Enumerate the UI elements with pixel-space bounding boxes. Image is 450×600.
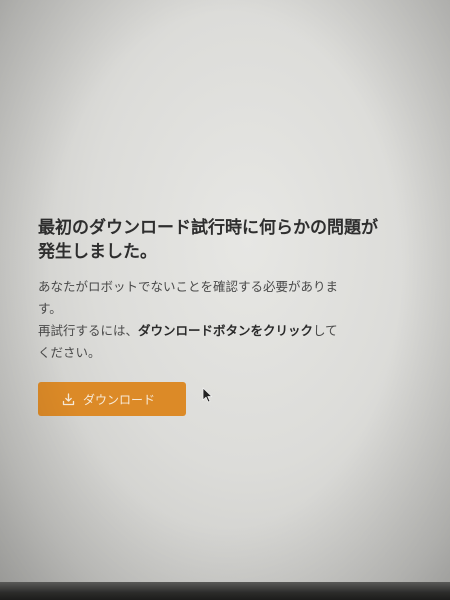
retry-instruction: 再試行するには、ダウンロードボタンをクリックして — [38, 320, 418, 342]
retry-suffix: して — [313, 323, 338, 338]
message-line1: あなたがロボットでないことを確認する必要がありま — [38, 279, 339, 294]
download-button-label: ダウンロード — [83, 392, 156, 407]
error-title: 最初のダウンロード試行時に何らかの問題が 発生しました。 — [38, 216, 418, 264]
message-line4: ください。 — [38, 345, 101, 360]
error-title-line1: 最初のダウンロード試行時に何らかの問題が — [38, 218, 378, 238]
error-message: あなたがロボットでないことを確認する必要がありま す。 再試行するには、ダウンロ… — [38, 276, 418, 364]
message-line2: す。 — [38, 301, 62, 316]
download-icon — [62, 392, 75, 406]
error-panel: 最初のダウンロード試行時に何らかの問題が 発生しました。 あなたがロボットでない… — [38, 216, 418, 416]
download-button[interactable]: ダウンロード — [38, 382, 186, 416]
monitor-bezel — [0, 582, 450, 600]
retry-bold-text: ダウンロードボタンをクリック — [138, 323, 314, 338]
error-title-line2: 発生しました。 — [38, 242, 157, 262]
mouse-pointer-icon — [202, 387, 213, 408]
screen-photo: 最初のダウンロード試行時に何らかの問題が 発生しました。 あなたがロボットでない… — [0, 0, 450, 600]
retry-prefix: 再試行するには、 — [38, 323, 139, 338]
